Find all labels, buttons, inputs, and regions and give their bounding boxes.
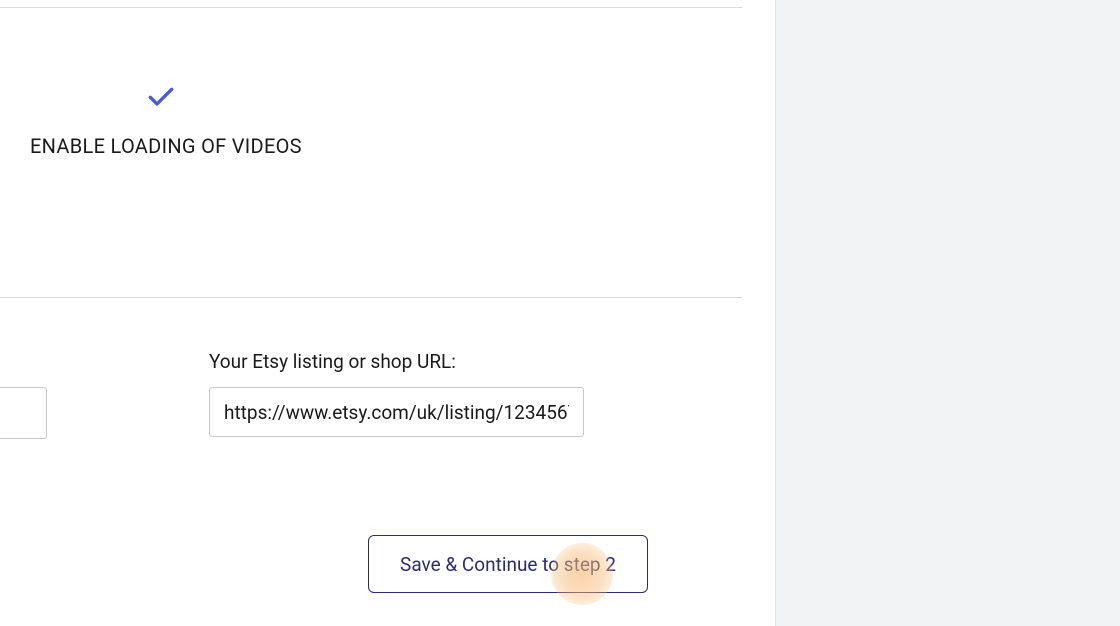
divider [0,7,742,8]
sidebar-panel [775,0,1120,626]
etsy-url-input[interactable] [209,387,584,437]
enable-videos-label: ENABLE LOADING OF VIDEOS [30,134,302,158]
url-label: Your Etsy listing or shop URL: [209,350,584,373]
divider [0,297,742,298]
checkmark-icon[interactable] [145,80,177,112]
url-section: Your Etsy listing or shop URL: [209,350,584,437]
main-content: ENABLE LOADING OF VIDEOS Your Etsy listi… [0,0,775,626]
partial-input-left[interactable] [0,387,47,439]
save-continue-button[interactable]: Save & Continue to step 2 [368,535,648,593]
